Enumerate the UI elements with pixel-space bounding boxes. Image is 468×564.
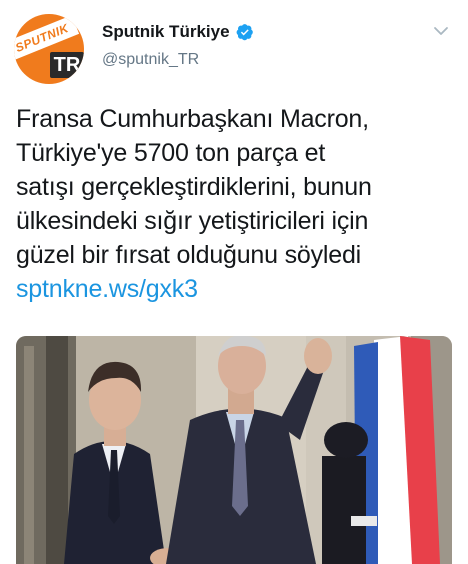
tweet-text-line: güzel bir fırsat olduğunu söyledi [16, 241, 361, 269]
chevron-down-icon[interactable] [432, 22, 450, 40]
display-name[interactable]: Sputnik Türkiye [102, 22, 230, 42]
tweet-card: SPUTNIK TR Sputnik Türkiye @sputnik_TR F… [0, 0, 468, 564]
tweet-text: Fransa Cumhurbaşkanı Macron, Türkiye'ye … [16, 102, 456, 306]
author-name-row: Sputnik Türkiye [102, 22, 254, 42]
tweet-text-line: Fransa Cumhurbaşkanı Macron, [16, 105, 369, 133]
avatar-logo-tag: TR [50, 52, 84, 78]
tweet-text-line: ülkesindeki sığır yetiştiricileri için [16, 207, 369, 235]
avatar-logo-word: SPUTNIK [14, 20, 71, 56]
avatar[interactable]: SPUTNIK TR [14, 14, 84, 84]
author-handle[interactable]: @sputnik_TR [102, 51, 199, 69]
tweet-text-line: satışı gerçekleştirdiklerini, bunun [16, 173, 372, 201]
tweet-text-line: Türkiye'ye 5700 ton parça et [16, 139, 326, 167]
verified-badge-icon [236, 24, 253, 41]
tweet-photo[interactable] [16, 336, 452, 564]
photo-illustration [16, 336, 452, 564]
tweet-link[interactable]: sptnkne.ws/gxk3 [16, 272, 456, 306]
